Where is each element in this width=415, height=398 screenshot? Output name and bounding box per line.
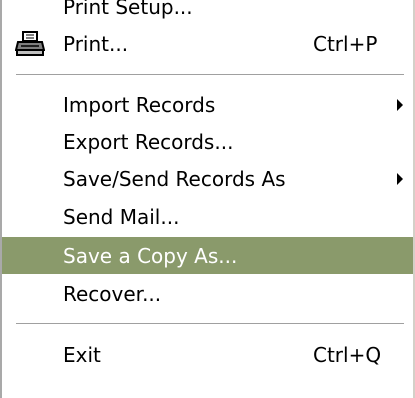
menu-item-save-send-records-as[interactable]: Save/Send Records As [2, 160, 413, 197]
menu-item-label: Save/Send Records As [63, 166, 286, 191]
menu-item-label: Print... [63, 31, 129, 56]
menu-item-import-records[interactable]: Import Records [2, 86, 413, 123]
menu-separator [16, 323, 404, 326]
menu-item-label: Import Records [63, 92, 216, 117]
submenu-arrow-icon [397, 98, 403, 111]
menu-item-label: Exit [63, 342, 101, 367]
menu-item-print-setup[interactable]: Print Setup... [2, 0, 413, 25]
menu-item-print[interactable]: Print... Ctrl+P [2, 25, 413, 62]
menu-item-export-records[interactable]: Export Records... [2, 123, 413, 160]
menu-item-send-mail[interactable]: Send Mail... [2, 198, 413, 235]
printer-icon [14, 30, 46, 57]
menu-item-label: Save a Copy As... [63, 243, 238, 268]
menu-item-label: Export Records... [63, 129, 234, 154]
menu-item-label: Recover... [63, 281, 162, 306]
submenu-arrow-icon [397, 172, 403, 185]
file-menu: Print Setup... Print... Ctrl+P Import Re… [0, 0, 415, 398]
menu-item-exit[interactable]: Exit Ctrl+Q [2, 336, 413, 373]
menu-item-shortcut: Ctrl+P [313, 31, 378, 56]
menu-separator [16, 74, 404, 77]
menu-item-save-a-copy-as[interactable]: Save a Copy As... [2, 237, 413, 274]
menu-item-label: Print Setup... [63, 0, 193, 19]
menu-item-label: Send Mail... [63, 204, 180, 229]
menu-item-shortcut: Ctrl+Q [313, 342, 382, 367]
menu-item-recover[interactable]: Recover... [2, 275, 413, 312]
